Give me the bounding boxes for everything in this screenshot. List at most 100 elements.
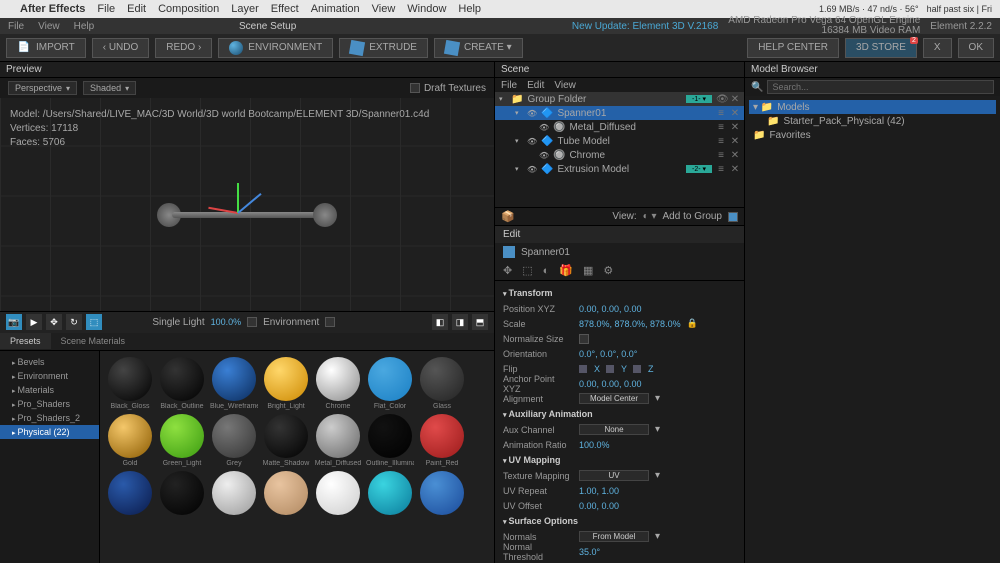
shaded-dropdown[interactable]: Shaded: [83, 81, 136, 95]
texmap-dropdown[interactable]: UV: [579, 470, 649, 481]
menu-animation[interactable]: Animation: [311, 3, 360, 15]
material-extra-1[interactable]: [158, 471, 206, 515]
perspective-dropdown[interactable]: Perspective: [8, 81, 77, 95]
ok-button[interactable]: OK: [958, 38, 994, 58]
menu-composition[interactable]: Composition: [158, 3, 219, 15]
extrude-button[interactable]: EXTRUDE: [339, 38, 428, 58]
material-extra-5[interactable]: [366, 471, 414, 515]
material-gold[interactable]: Gold: [106, 414, 154, 467]
draft-checkbox[interactable]: [410, 83, 420, 93]
anchor-value[interactable]: 0.00, 0.00, 0.00: [579, 379, 642, 389]
align-dropdown[interactable]: Model Center: [579, 393, 649, 404]
sec-uv[interactable]: UV Mapping: [503, 452, 736, 468]
camera-icon[interactable]: 📷: [6, 314, 22, 330]
sec-surface[interactable]: Surface Options: [503, 513, 736, 529]
scene-file[interactable]: File: [501, 80, 517, 91]
normals-dropdown[interactable]: From Model: [579, 531, 649, 542]
tree-bevels[interactable]: Bevels: [0, 355, 99, 369]
sub-help[interactable]: Help: [74, 21, 95, 32]
sub-file[interactable]: File: [8, 21, 24, 32]
scene-item[interactable]: ▾👁🔷Tube Model≡✕: [495, 134, 744, 148]
environment-button[interactable]: ENVIRONMENT: [218, 38, 333, 58]
move-tool[interactable]: ✥: [46, 314, 62, 330]
material-paint_red[interactable]: Paint_Red: [418, 414, 466, 467]
menu-layer[interactable]: Layer: [231, 3, 259, 15]
pos-value[interactable]: 0.00, 0.00, 0.00: [579, 304, 642, 314]
select-tool[interactable]: ▶: [26, 314, 42, 330]
group-folder-row[interactable]: ▾📁Group Folder -1- ▾👁✕: [495, 92, 744, 106]
lock-icon[interactable]: 🔒: [687, 318, 698, 329]
menu-file[interactable]: File: [97, 3, 115, 15]
env-checkbox[interactable]: [325, 317, 335, 327]
scale-value[interactable]: 878.0%, 878.0%, 878.0%: [579, 319, 681, 329]
models-folder[interactable]: ▾ 📁Models: [749, 100, 996, 114]
orient-value[interactable]: 0.0°, 0.0°, 0.0°: [579, 349, 637, 359]
sub-view[interactable]: View: [38, 21, 60, 32]
tree-proshaders2[interactable]: Pro_Shaders_2: [0, 411, 99, 425]
viewport-3d[interactable]: Model: /Users/Shared/LIVE_MAC/3D World/3…: [0, 98, 494, 311]
rotate-tool[interactable]: ↻: [66, 314, 82, 330]
menu-window[interactable]: Window: [407, 3, 446, 15]
aux-dropdown[interactable]: None: [579, 424, 649, 435]
material-extra-3[interactable]: [262, 471, 310, 515]
scene-item[interactable]: 👁🔘Metal_Diffused≡✕: [495, 120, 744, 134]
scene-edit[interactable]: Edit: [527, 80, 544, 91]
material-matte_shadow[interactable]: Matte_Shadow: [262, 414, 310, 467]
gift-icon[interactable]: 🎁: [559, 264, 573, 277]
tree-materials[interactable]: Materials: [0, 383, 99, 397]
normalize-check[interactable]: [579, 334, 589, 344]
favorites-folder[interactable]: 📁Favorites: [749, 128, 996, 142]
material-green_light[interactable]: Green_Light: [158, 414, 206, 467]
update-link[interactable]: New Update: Element 3D V.2168: [572, 21, 718, 32]
tab-presets[interactable]: Presets: [0, 333, 51, 349]
material-extra-6[interactable]: [418, 471, 466, 515]
scale-icon[interactable]: ⬚: [522, 264, 532, 277]
move-icon[interactable]: ✥: [503, 264, 512, 277]
reflect-icon[interactable]: ◐: [543, 265, 550, 277]
material-extra-2[interactable]: [210, 471, 258, 515]
material-outline_illuminat...[interactable]: Outline_Illuminat...: [366, 414, 414, 467]
vp-btn1[interactable]: ◧: [432, 314, 448, 330]
undo-button[interactable]: ‹ UNDO: [92, 38, 150, 58]
material-flat_color[interactable]: Flat_Color: [366, 357, 414, 410]
addgroup-icon[interactable]: [728, 212, 738, 222]
material-black_outline[interactable]: Black_Outline: [158, 357, 206, 410]
menu-edit[interactable]: Edit: [127, 3, 146, 15]
starter-pack[interactable]: 📁Starter_Pack_Physical (42): [749, 114, 996, 128]
gear-icon[interactable]: ⚙: [603, 264, 613, 277]
material-metal_diffused[interactable]: Metal_Diffused: [314, 414, 362, 467]
addgroup-button[interactable]: Add to Group: [663, 211, 722, 222]
scene-item[interactable]: 👁🔘Chrome≡✕: [495, 148, 744, 162]
scale-tool[interactable]: ⬚: [86, 314, 102, 330]
material-extra-0[interactable]: [106, 471, 154, 515]
tree-proshaders[interactable]: Pro_Shaders: [0, 397, 99, 411]
scene-item[interactable]: ▾👁🔷Extrusion Model-2- ▾≡✕: [495, 162, 744, 176]
search-input[interactable]: [767, 80, 994, 94]
sec-transform[interactable]: Transform: [503, 285, 736, 301]
app-name[interactable]: After Effects: [20, 3, 85, 15]
menu-effect[interactable]: Effect: [271, 3, 299, 15]
vp-btn3[interactable]: ⬒: [472, 314, 488, 330]
material-glass[interactable]: Glass: [418, 357, 466, 410]
store-button[interactable]: 3D STORE2: [845, 38, 917, 58]
create-button[interactable]: CREATE ▾: [434, 38, 523, 58]
material-chrome[interactable]: Chrome: [314, 357, 362, 410]
light-value[interactable]: 100.0%: [211, 317, 242, 327]
x-button[interactable]: X: [923, 38, 952, 58]
material-extra-4[interactable]: [314, 471, 362, 515]
menu-help[interactable]: Help: [458, 3, 481, 15]
light-checkbox[interactable]: [247, 317, 257, 327]
menu-view[interactable]: View: [372, 3, 396, 15]
material-bright_light[interactable]: Bright_Light: [262, 357, 310, 410]
tab-scene-materials[interactable]: Scene Materials: [51, 333, 136, 349]
redo-button[interactable]: REDO ›: [155, 38, 212, 58]
material-blue_wireframe[interactable]: Blue_Wireframe: [210, 357, 258, 410]
material-black_gloss[interactable]: Black_Gloss: [106, 357, 154, 410]
grid-icon[interactable]: ▦: [583, 264, 593, 277]
tree-physical[interactable]: Physical (22): [0, 425, 99, 439]
material-grey[interactable]: Grey: [210, 414, 258, 467]
vp-btn2[interactable]: ◨: [452, 314, 468, 330]
import-button[interactable]: 📄IMPORT: [6, 38, 86, 58]
sec-aux[interactable]: Auxiliary Animation: [503, 406, 736, 422]
scene-item[interactable]: ▾👁🔷Spanner01≡✕: [495, 106, 744, 120]
